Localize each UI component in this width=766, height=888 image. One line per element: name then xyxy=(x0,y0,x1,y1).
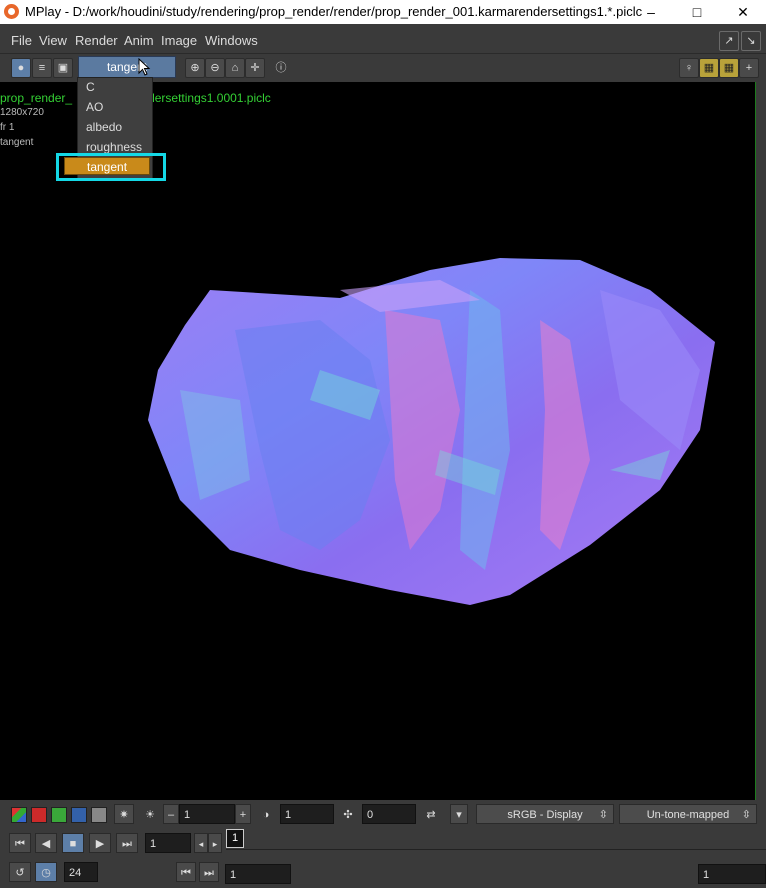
loop-icon[interactable]: ↺ xyxy=(9,862,31,882)
menu-image[interactable]: Image xyxy=(161,33,197,48)
maximize-button[interactable]: □ xyxy=(674,0,720,24)
menu-bar: File View Render Anim Image Windows ↗ ↘ xyxy=(0,28,766,52)
houdini-logo-icon xyxy=(4,4,19,19)
selection-highlight xyxy=(56,153,166,181)
fps-input[interactable]: 24 xyxy=(64,862,98,882)
menu-file[interactable]: File xyxy=(11,33,32,48)
play-button[interactable]: ▶ xyxy=(89,833,111,853)
decrement-button[interactable]: – xyxy=(163,804,179,824)
plane-option-albedo[interactable]: albedo xyxy=(86,120,122,134)
fullscreen-icon[interactable]: ↘ xyxy=(741,31,761,51)
exposure-input[interactable]: 1 xyxy=(280,804,334,824)
minimize-button[interactable]: – xyxy=(628,0,674,24)
prev-key-button[interactable]: ◂ xyxy=(194,833,208,853)
plane-dropdown[interactable]: tangent xyxy=(78,56,176,78)
normal-map-rock-image xyxy=(148,258,715,605)
timeline[interactable]: 1 xyxy=(226,829,766,850)
pane-layout-icon[interactable]: ↗ xyxy=(719,31,739,51)
view-mode-icon[interactable]: ● xyxy=(11,58,31,78)
timeline-marker[interactable]: 1 xyxy=(226,829,244,848)
brightness-icon[interactable]: ☀ xyxy=(140,804,160,824)
step-back-button[interactable]: ◀ xyxy=(35,833,57,853)
increment-button[interactable]: + xyxy=(235,804,251,824)
start-frame-input[interactable]: 1 xyxy=(225,864,291,884)
close-button[interactable]: ✕ xyxy=(720,0,766,24)
zoom-in-icon[interactable]: ⊕ xyxy=(185,58,205,78)
menu-anim[interactable]: Anim xyxy=(124,33,154,48)
plane-option-c[interactable]: C xyxy=(86,80,95,94)
home-icon[interactable]: ⌂ xyxy=(225,58,245,78)
display-colorspace-select[interactable]: sRGB - Display ⇳ xyxy=(476,804,614,824)
window-title: MPlay - D:/work/houdini/study/rendering/… xyxy=(25,4,643,19)
first-frame-button[interactable]: ⏮ xyxy=(9,833,31,853)
checker-icon[interactable]: ▦ xyxy=(699,58,719,78)
sequence-icon[interactable]: ≡ xyxy=(32,58,52,78)
menu-render[interactable]: Render xyxy=(75,33,118,48)
menu-view[interactable]: View xyxy=(39,33,67,48)
zoom-out-icon[interactable]: ⊖ xyxy=(205,58,225,78)
red-channel-icon[interactable] xyxy=(31,807,47,823)
menu-windows[interactable]: Windows xyxy=(205,33,258,48)
gamma-input[interactable]: 1 xyxy=(179,804,235,824)
light-icon[interactable]: ♀ xyxy=(679,58,699,78)
set-end-button[interactable]: ⏭ xyxy=(199,862,219,882)
contrast-icon[interactable]: ◑ xyxy=(256,804,276,824)
tonemap-select[interactable]: Un-tone-mapped ⇳ xyxy=(619,804,757,824)
set-start-button[interactable]: ⏮ xyxy=(176,862,196,882)
offset-input[interactable]: 0 xyxy=(362,804,416,824)
current-frame-input[interactable]: 1 xyxy=(145,833,191,853)
grid-icon[interactable]: ▦ xyxy=(719,58,739,78)
resolution-label: 1280x720 xyxy=(0,107,44,118)
alpha-channel-icon[interactable] xyxy=(91,807,107,823)
bottom-controls: ✷ ☀ – 1 + ◑ 1 ✣ 0 ⇄ ▾ sRGB - Display ⇳ U… xyxy=(0,801,766,888)
lut-icon[interactable]: ⇄ xyxy=(420,804,442,824)
end-frame-input[interactable]: 1 xyxy=(698,864,766,884)
plane-option-ao[interactable]: AO xyxy=(86,100,103,114)
realtime-clock-icon[interactable]: ◷ xyxy=(35,862,57,882)
colorspace-arrow-icon[interactable]: ▾ xyxy=(450,804,468,824)
fit-icon[interactable]: ✛ xyxy=(245,58,265,78)
info-icon[interactable]: ⓘ xyxy=(271,58,291,78)
plane-label: tangent xyxy=(0,137,34,148)
stop-button[interactable]: ■ xyxy=(62,833,84,853)
histogram-icon[interactable]: ▣ xyxy=(53,58,73,78)
green-channel-icon[interactable] xyxy=(51,807,67,823)
last-frame-button[interactable]: ⏭ xyxy=(116,833,138,853)
frame-label: fr 1 xyxy=(0,122,15,133)
sparkle-icon[interactable]: ✷ xyxy=(114,804,134,824)
next-key-button[interactable]: ▸ xyxy=(208,833,222,853)
title-bar: MPlay - D:/work/houdini/study/rendering/… xyxy=(0,0,766,24)
rgb-channel-icon[interactable] xyxy=(11,807,27,823)
add-pane-icon[interactable]: + xyxy=(739,58,759,78)
image-viewport[interactable]: prop_render_ dersettings1.0001.piclc 1280… xyxy=(0,82,756,800)
plane-option-roughness[interactable]: roughness xyxy=(86,140,142,154)
offset-icon[interactable]: ✣ xyxy=(338,804,358,824)
blue-channel-icon[interactable] xyxy=(71,807,87,823)
cursor-icon xyxy=(138,58,151,76)
